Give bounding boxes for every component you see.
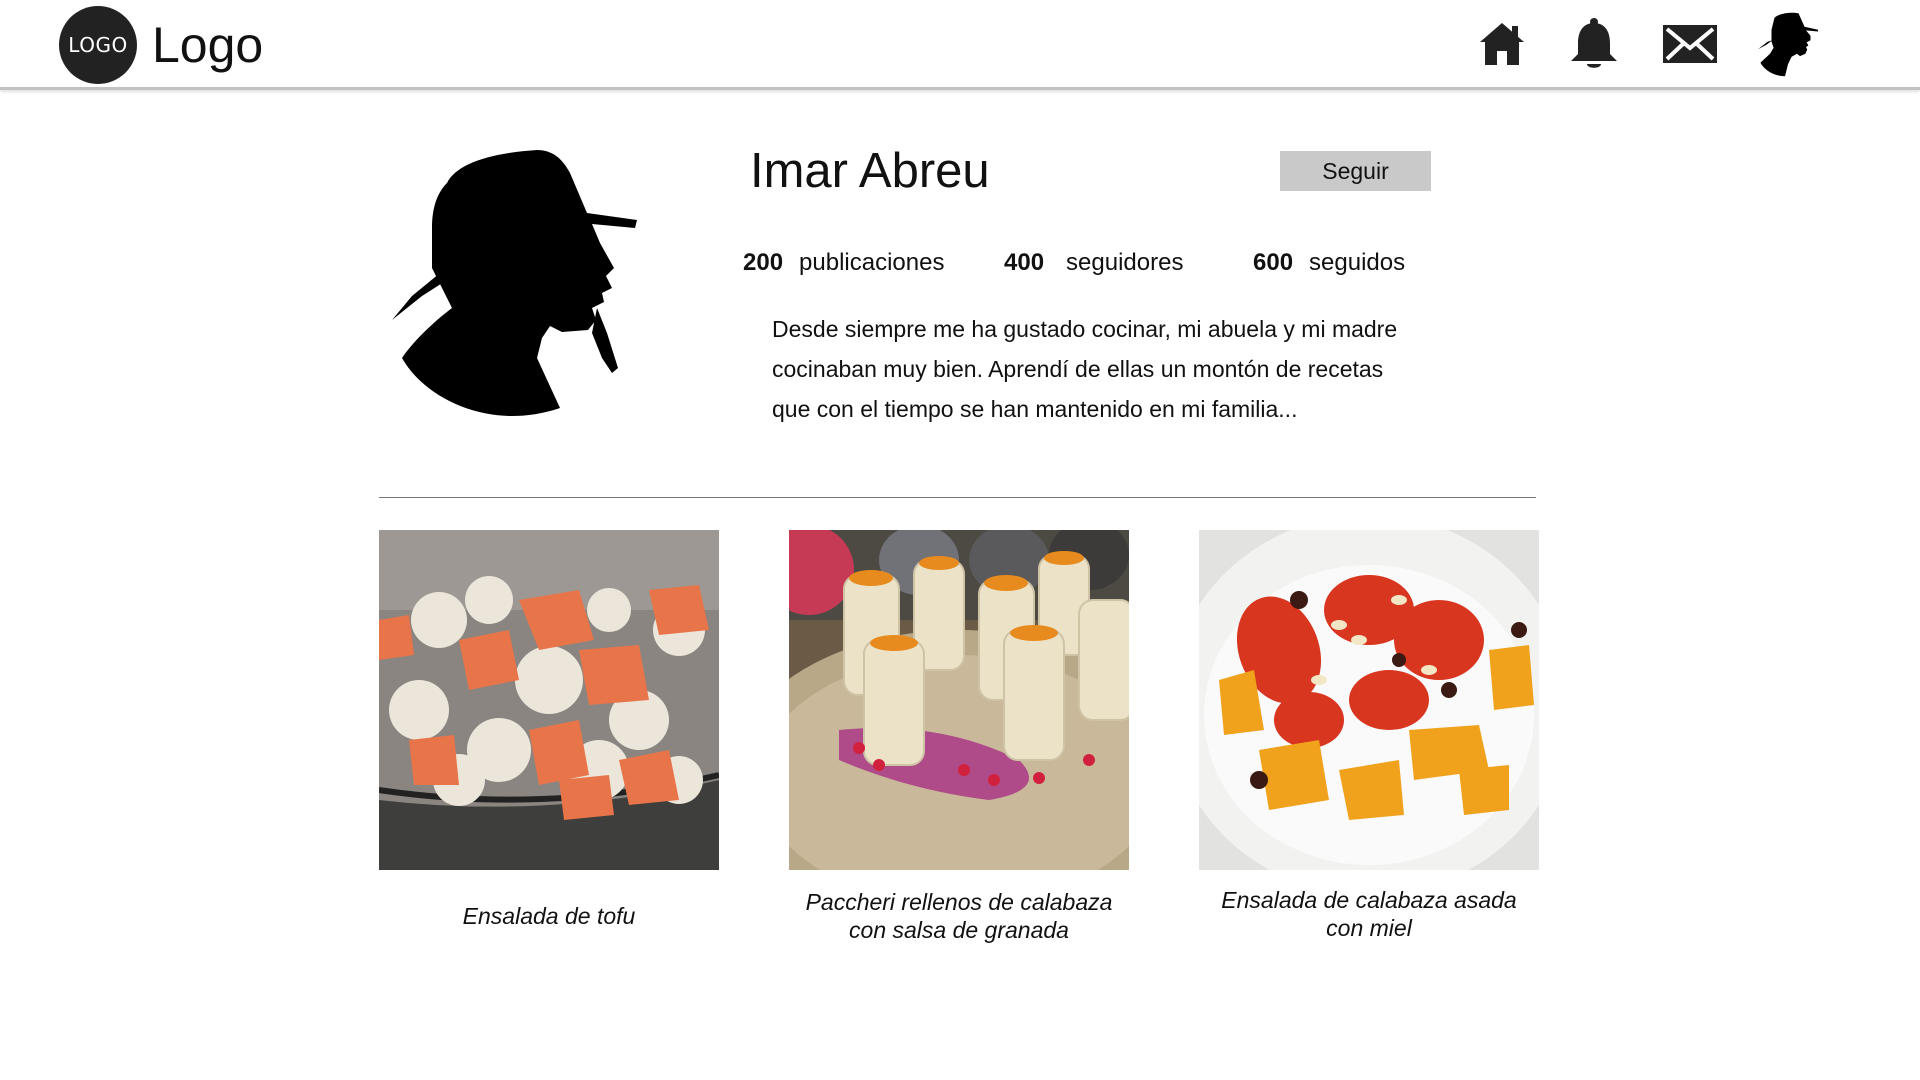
post-caption-line: con salsa de granada <box>849 917 1069 943</box>
post-image[interactable] <box>1199 530 1539 870</box>
stat-followers[interactable]: 400 seguidores <box>1004 248 1183 278</box>
mail-icon[interactable] <box>1660 14 1720 74</box>
logo-text[interactable]: Logo <box>152 16 263 74</box>
section-divider <box>379 497 1536 498</box>
post-image[interactable] <box>379 530 719 870</box>
stat-count: 200 <box>743 249 784 276</box>
bell-icon[interactable] <box>1564 14 1624 74</box>
logo-badge-text: LOGO <box>68 33 128 57</box>
stat-label: publicaciones <box>799 249 945 276</box>
post-card[interactable]: Ensalada de tofu <box>379 530 719 929</box>
follow-button[interactable]: Seguir <box>1280 151 1431 191</box>
post-caption-line: Paccheri rellenos de calabaza <box>805 889 1113 915</box>
logo-badge[interactable]: LOGO <box>59 6 137 84</box>
post-card[interactable]: Ensalada de calabaza asada con miel <box>1199 530 1539 941</box>
stat-count: 600 <box>1253 249 1294 276</box>
profile-avatar <box>392 148 642 416</box>
top-navbar: LOGO Logo <box>0 0 1920 90</box>
stat-following[interactable]: 600 seguidos <box>1253 248 1405 278</box>
post-caption-line: Ensalada de tofu <box>462 903 636 929</box>
post-image[interactable] <box>789 530 1129 870</box>
post-caption: Paccheri rellenos de calabaza con salsa … <box>749 888 1169 944</box>
stat-count: 400 <box>1004 249 1045 276</box>
post-caption-line: con miel <box>1326 915 1412 941</box>
stat-label: seguidores <box>1066 249 1184 276</box>
post-card[interactable]: Paccheri rellenos de calabaza con salsa … <box>789 530 1129 943</box>
post-caption-line: Ensalada de calabaza asada <box>1221 887 1517 913</box>
stat-label: seguidos <box>1309 249 1406 276</box>
stat-publications[interactable]: 200 publicaciones <box>743 248 944 278</box>
user-avatar-icon[interactable] <box>1758 12 1818 77</box>
home-icon[interactable] <box>1472 14 1532 74</box>
profile-name: Imar Abreu <box>750 144 990 198</box>
post-caption: Ensalada de calabaza asada con miel <box>1159 886 1579 942</box>
profile-bio: Desde siempre me ha gustado cocinar, mi … <box>772 316 1398 422</box>
post-caption: Ensalada de tofu <box>339 902 759 930</box>
